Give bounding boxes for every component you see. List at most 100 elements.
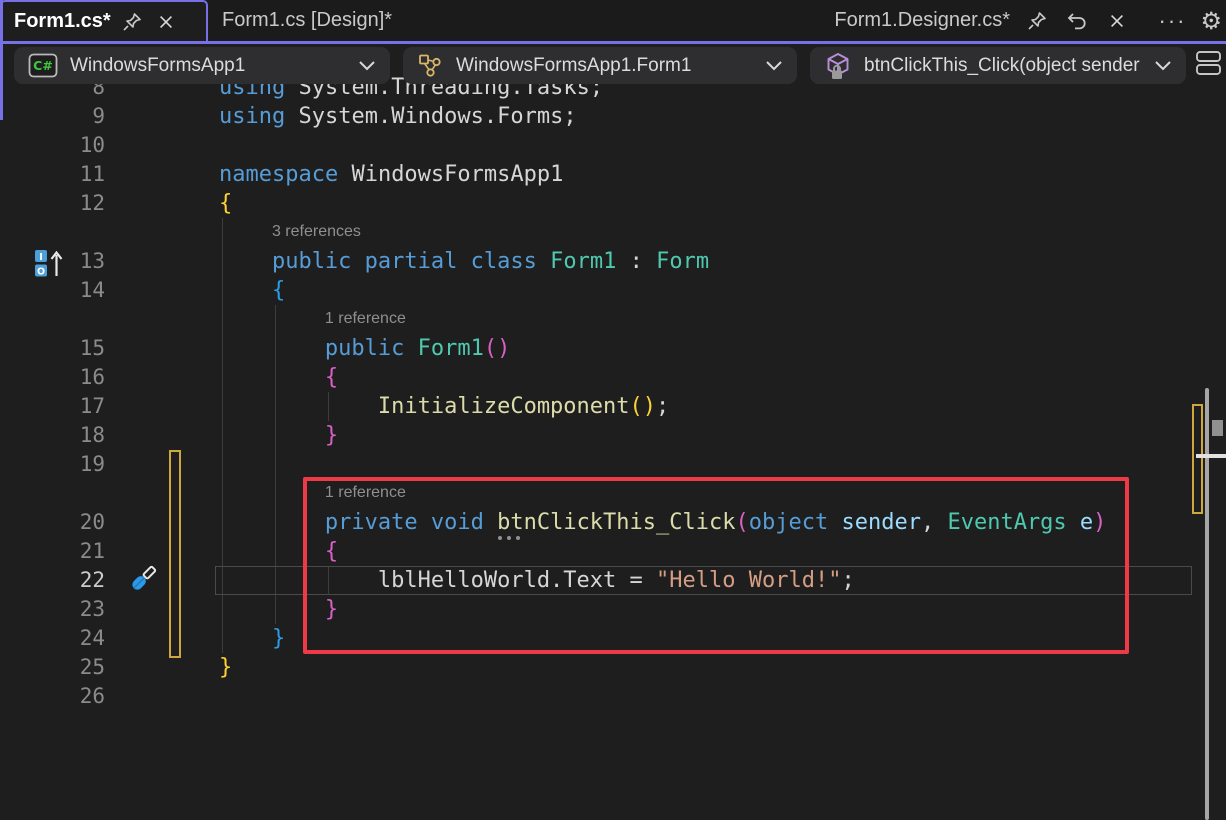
code-token: public xyxy=(325,336,418,361)
codelens-references-link[interactable]: 1 reference xyxy=(325,310,406,328)
annotation-red-rectangle xyxy=(303,477,1129,654)
line-number: 25 xyxy=(0,653,105,682)
project-dropdown-label: WindowsFormsApp1 xyxy=(70,55,348,77)
class-icon xyxy=(417,52,444,79)
line-number: 16 xyxy=(0,363,105,392)
code-token: } xyxy=(272,626,285,651)
member-dropdown-label: btnClickThis_Click(object sender xyxy=(864,55,1144,77)
code-token: { xyxy=(272,278,285,303)
line-number: 18 xyxy=(0,421,105,450)
svg-text:C#: C# xyxy=(33,58,53,73)
code-text: public partial class Form1 : Form xyxy=(272,247,709,276)
code-token: : xyxy=(616,249,656,274)
type-dropdown[interactable]: WindowsFormsApp1.Form1 xyxy=(403,47,797,84)
code-token: WindowsFormsApp1 xyxy=(351,162,563,187)
quick-actions-screwdriver-icon[interactable] xyxy=(126,562,160,596)
svg-text:I: I xyxy=(39,252,43,263)
line-number: 20 xyxy=(0,508,105,537)
code-token: Form1 xyxy=(418,336,484,361)
code-text: } xyxy=(325,421,338,450)
project-dropdown[interactable]: C# WindowsFormsApp1 xyxy=(14,47,390,84)
close-icon[interactable] xyxy=(153,9,179,35)
code-token: } xyxy=(219,655,232,680)
code-line-17[interactable]: 17 InitializeComponent(); xyxy=(0,392,1226,421)
undo-icon[interactable] xyxy=(1064,8,1090,34)
type-dropdown-label: WindowsFormsApp1.Form1 xyxy=(456,55,755,77)
code-token: } xyxy=(325,423,338,448)
code-token: { xyxy=(325,365,338,390)
code-line-11[interactable]: 11 namespace WindowsFormsApp1 xyxy=(0,160,1226,189)
tab-label: Form1.Designer.cs* xyxy=(834,9,1010,32)
document-tab-bar: Form1.cs* Form1.cs [Design]* Form1.Desig… xyxy=(0,0,1226,44)
code-text: InitializeComponent(); xyxy=(378,392,669,421)
vs-editor-window: Form1.cs* Form1.cs [Design]* Form1.Desig… xyxy=(0,0,1226,820)
code-token: { xyxy=(219,191,232,216)
pin-icon[interactable] xyxy=(119,9,145,35)
code-line-13[interactable]: 13public partial class Form1 : Form xyxy=(0,247,1226,276)
overflow-menu-icon[interactable]: ··· xyxy=(1153,8,1193,34)
code-text: public Form1() xyxy=(325,334,510,363)
chevron-down-icon xyxy=(765,59,783,72)
member-dropdown[interactable]: btnClickThis_Click(object sender xyxy=(810,47,1186,84)
line-number: 26 xyxy=(0,682,105,711)
line-number: 22 xyxy=(0,566,105,595)
code-line-15[interactable]: 15 public Form1() xyxy=(0,334,1226,363)
code-token: System.Windows.Forms; xyxy=(298,104,576,129)
code-token: ; xyxy=(656,394,669,419)
code-text: { xyxy=(219,189,232,218)
svg-text:O: O xyxy=(37,267,45,278)
settings-gear-icon[interactable]: ⚙ xyxy=(1200,7,1222,35)
chevron-down-icon xyxy=(1154,59,1172,72)
line-number: 24 xyxy=(0,624,105,653)
line-number: 11 xyxy=(0,160,105,189)
tab-label: Form1.cs* xyxy=(14,10,111,33)
split-window-icon[interactable] xyxy=(1195,50,1222,76)
code-line-26[interactable]: 26 xyxy=(0,682,1226,711)
code-text: { xyxy=(325,363,338,392)
tab-form1-cs-design[interactable]: Form1.cs [Design]* xyxy=(208,0,448,41)
code-text: namespace WindowsFormsApp1 xyxy=(219,160,563,189)
code-line-9[interactable]: 9 using System.Windows.Forms; xyxy=(0,102,1226,131)
scrollbar-thumb[interactable] xyxy=(1205,388,1209,820)
scrollbar-marker xyxy=(1212,420,1223,436)
close-icon[interactable] xyxy=(1104,8,1130,34)
code-token: public partial class xyxy=(272,249,550,274)
change-tracking-bar xyxy=(169,450,181,658)
codelens-row[interactable]: 3 references xyxy=(0,218,1226,247)
code-line-18[interactable]: 18} xyxy=(0,421,1226,450)
code-token: () xyxy=(630,394,657,419)
tab-label: Form1.cs [Design]* xyxy=(222,9,392,32)
line-number: 9 xyxy=(0,102,105,131)
line-number: 19 xyxy=(0,450,105,479)
code-line-19[interactable]: 19 xyxy=(0,450,1226,479)
code-line-10[interactable]: 10 xyxy=(0,131,1226,160)
tab-form1-designer-cs[interactable]: Form1.Designer.cs* xyxy=(834,0,1130,41)
codelens-row[interactable]: 1 reference xyxy=(0,305,1226,334)
code-text: } xyxy=(272,624,285,653)
code-token: InitializeComponent xyxy=(378,394,630,419)
code-editor[interactable]: 8using System.Threading.Tasks;9using Sys… xyxy=(0,44,1226,820)
chevron-down-icon xyxy=(358,59,376,72)
tab-bar-extras: ··· ⚙ xyxy=(1153,0,1223,41)
code-token: using xyxy=(219,104,298,129)
code-token: Form xyxy=(656,249,709,274)
line-number: 21 xyxy=(0,537,105,566)
tab-form1-cs[interactable]: Form1.cs* xyxy=(0,0,208,41)
code-text: } xyxy=(219,653,232,682)
line-number: 15 xyxy=(0,334,105,363)
active-group-accent-border xyxy=(0,0,3,120)
code-line-12[interactable]: 12 { xyxy=(0,189,1226,218)
line-number: 17 xyxy=(0,392,105,421)
code-line-25[interactable]: 25} xyxy=(0,653,1226,682)
codelens-references-link[interactable]: 3 references xyxy=(272,223,361,241)
line-number: 10 xyxy=(0,131,105,160)
line-number: 12 xyxy=(0,189,105,218)
pin-icon[interactable] xyxy=(1024,8,1050,34)
inheritance-margin-icon[interactable]: I O xyxy=(34,249,66,278)
code-text: using System.Windows.Forms; xyxy=(219,102,577,131)
code-line-14[interactable]: 14{ xyxy=(0,276,1226,305)
code-token: namespace xyxy=(219,162,351,187)
method-private-icon xyxy=(824,52,852,80)
code-line-16[interactable]: 16 { xyxy=(0,363,1226,392)
csharp-project-icon: C# xyxy=(28,53,58,78)
